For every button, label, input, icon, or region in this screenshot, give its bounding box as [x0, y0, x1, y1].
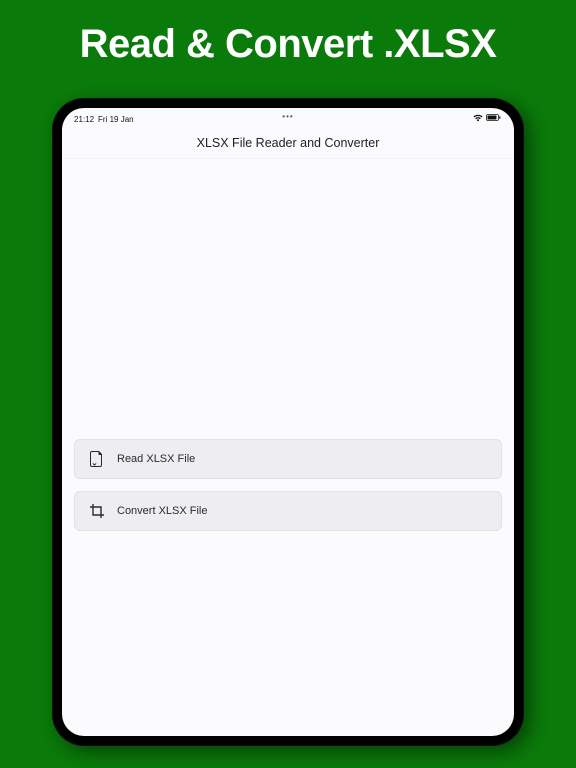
app-title: XLSX File Reader and Converter [62, 126, 514, 159]
battery-icon [486, 114, 502, 124]
status-date: Fri 19 Jan [98, 115, 134, 124]
convert-xlsx-button[interactable]: Convert XLSX File [74, 491, 502, 531]
screen: 21:12 Fri 19 Jan ••• XLSX File Reader an… [62, 108, 514, 736]
crop-icon [89, 503, 105, 519]
document-arrow-icon [89, 451, 105, 467]
promo-title: Read & Convert .XLSX [0, 0, 576, 67]
convert-xlsx-label: Convert XLSX File [117, 505, 207, 517]
wifi-icon [473, 114, 483, 124]
status-bar: 21:12 Fri 19 Jan ••• [62, 108, 514, 126]
read-xlsx-label: Read XLSX File [117, 453, 195, 465]
status-left: 21:12 Fri 19 Jan [74, 115, 134, 124]
status-center-dots: ••• [282, 112, 293, 121]
status-right [473, 114, 502, 124]
content-area: Read XLSX File Convert XLSX File [62, 159, 514, 736]
action-list: Read XLSX File Convert XLSX File [74, 439, 502, 531]
read-xlsx-button[interactable]: Read XLSX File [74, 439, 502, 479]
device-frame: 21:12 Fri 19 Jan ••• XLSX File Reader an… [52, 98, 524, 746]
status-time: 21:12 [74, 115, 94, 124]
